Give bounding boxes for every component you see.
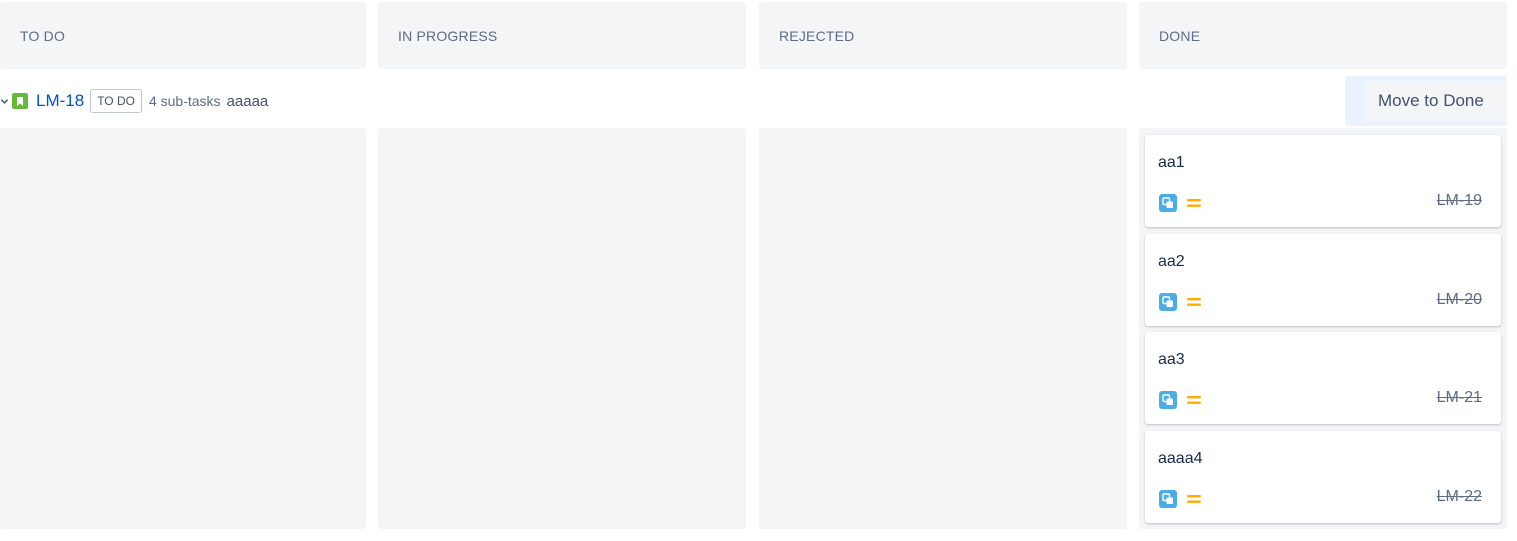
issue-card[interactable]: aaaa4 LM-22 xyxy=(1145,431,1501,523)
parent-issue-key-link[interactable]: LM-18 xyxy=(36,91,84,111)
card-issue-key[interactable]: LM-22 xyxy=(1437,488,1482,506)
column-title: IN PROGRESS xyxy=(398,27,498,44)
card-issue-key[interactable]: LM-19 xyxy=(1437,192,1482,210)
priority-medium-icon xyxy=(1186,194,1202,212)
story-icon xyxy=(12,93,28,109)
priority-medium-icon xyxy=(1186,293,1202,311)
subtask-icon xyxy=(1159,490,1177,508)
column-body-rejected[interactable] xyxy=(759,128,1127,529)
card-issue-key[interactable]: LM-20 xyxy=(1437,291,1482,309)
kanban-board: TO DO IN PROGRESS REJECTED DONE LM-18 TO… xyxy=(0,0,1517,541)
subtask-icon xyxy=(1159,293,1177,311)
priority-medium-icon xyxy=(1186,391,1202,409)
column-body-todo[interactable] xyxy=(0,128,366,529)
chevron-down-icon[interactable] xyxy=(0,96,9,106)
subtask-count: 4 sub-tasks xyxy=(148,93,221,109)
issue-card[interactable]: aa3 LM-21 xyxy=(1145,332,1501,424)
swimlane-header[interactable]: LM-18 TO DO 4 sub-tasks aaaaa Move to Do… xyxy=(0,76,1517,126)
subtask-icon xyxy=(1159,194,1177,212)
column-title: TO DO xyxy=(20,27,66,44)
card-title: aa3 xyxy=(1158,351,1185,368)
move-to-done-button[interactable]: Move to Done xyxy=(1365,81,1507,121)
card-title: aa1 xyxy=(1158,154,1185,171)
subtask-icon xyxy=(1159,391,1177,409)
column-header-rejected: REJECTED xyxy=(759,2,1127,69)
column-header-todo: TO DO xyxy=(0,2,366,69)
card-issue-key[interactable]: LM-21 xyxy=(1437,389,1482,407)
card-title: aaaa4 xyxy=(1158,450,1203,467)
column-body-in-progress[interactable] xyxy=(378,128,746,529)
move-to-done-container: Move to Done xyxy=(1345,76,1507,126)
parent-issue-summary: aaaaa xyxy=(226,92,269,110)
priority-medium-icon xyxy=(1186,490,1202,508)
column-title: DONE xyxy=(1159,27,1201,44)
column-header-in-progress: IN PROGRESS xyxy=(378,2,746,69)
issue-card[interactable]: aa2 LM-20 xyxy=(1145,234,1501,326)
issue-card[interactable]: aa1 LM-19 xyxy=(1145,135,1501,227)
column-body-done[interactable]: aa1 LM-19 aa2 LM-20 aa3 LM-21 aaaa4 LM-2… xyxy=(1139,128,1507,529)
column-title: REJECTED xyxy=(779,27,855,44)
status-badge: TO DO xyxy=(90,89,142,113)
column-header-done: DONE xyxy=(1139,2,1507,69)
card-title: aa2 xyxy=(1158,253,1185,270)
